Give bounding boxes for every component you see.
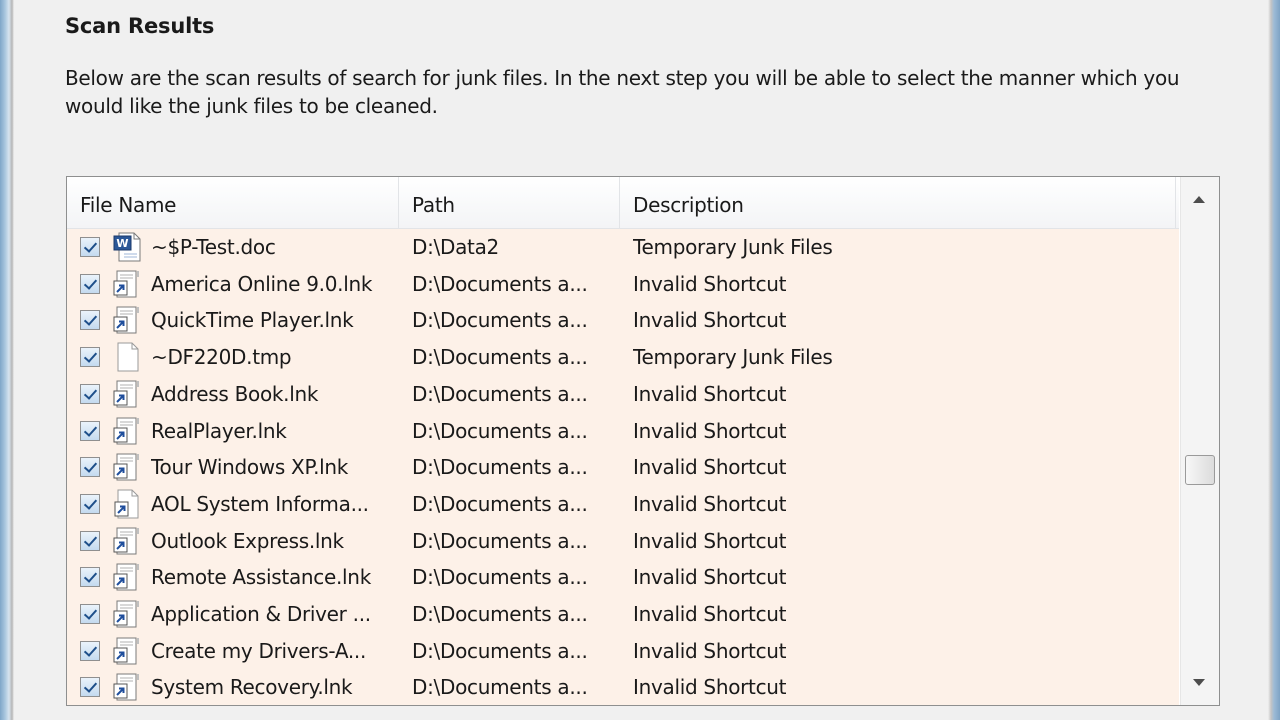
column-header-file-name[interactable]: File Name (67, 177, 399, 228)
list-header: File Name Path Description (67, 177, 1179, 229)
shortcut-icon (112, 416, 144, 446)
section-description: Below are the scan results of search for… (65, 66, 1180, 118)
blank-shortcut-icon (112, 489, 144, 519)
description-cell: Invalid Shortcut (633, 528, 787, 553)
column-header-path[interactable]: Path (399, 177, 620, 228)
path-cell: D:\Documents a... (412, 455, 588, 480)
scrollbar-thumb[interactable] (1185, 455, 1215, 485)
table-row[interactable]: Address Book.lnk D:\Documents a... Invalid… (67, 376, 1179, 413)
svg-text:W: W (116, 237, 128, 250)
description-cell: Invalid Shortcut (633, 675, 787, 700)
table-row[interactable]: QuickTime Player.lnk D:\Documents a... Inv… (67, 302, 1179, 339)
table-row[interactable]: Outlook Express.lnk D:\Documents a... Inva… (67, 523, 1179, 560)
shortcut-icon (112, 636, 144, 666)
description-cell: Invalid Shortcut (633, 271, 787, 296)
table-row[interactable]: AOL System Informa... D:\Documents a... In… (67, 486, 1179, 523)
shortcut-icon (112, 269, 144, 299)
description-cell: Temporary Junk Files (633, 235, 833, 259)
row-checkbox[interactable] (80, 310, 100, 331)
row-checkbox[interactable] (80, 457, 100, 478)
path-cell: D:\Documents a... (412, 602, 588, 626)
path-cell: D:\Documents a... (412, 381, 588, 406)
table-row[interactable]: Tour Windows XP.lnk D:\Documents a... Inva… (67, 449, 1179, 486)
section-heading: Scan Results (65, 14, 215, 38)
description-cell: Temporary Junk Files (633, 345, 833, 370)
list-rows: W ~$P-Test.doc D:\Data2 Temporary Junk File… (67, 229, 1179, 705)
row-checkbox[interactable] (80, 530, 100, 551)
table-row[interactable]: ~DF220D.tmp D:\Documents a... Temporary Ju… (67, 339, 1179, 376)
path-cell: D:\Documents a... (412, 271, 588, 296)
window-left-border (0, 0, 14, 720)
path-cell: D:\Documents a... (412, 418, 588, 443)
path-cell: D:\Documents a... (412, 675, 588, 700)
path-cell: D:\Data2 (412, 235, 499, 259)
path-cell: D:\Documents a... (412, 565, 588, 590)
row-checkbox[interactable] (80, 273, 100, 294)
path-cell: D:\Documents a... (412, 308, 588, 333)
scroll-down-arrow-icon[interactable] (1193, 679, 1205, 686)
description-cell: Invalid Shortcut (633, 308, 787, 333)
vertical-scrollbar[interactable] (1180, 177, 1219, 705)
row-checkbox[interactable] (80, 604, 100, 624)
row-checkbox[interactable] (80, 567, 100, 588)
description-cell: Invalid Shortcut (633, 602, 787, 626)
row-checkbox[interactable] (80, 493, 100, 514)
shortcut-icon (112, 672, 144, 702)
table-row[interactable]: America Online 9.0.lnk D:\Documents a... I… (67, 266, 1179, 303)
row-checkbox[interactable] (80, 237, 100, 257)
row-checkbox[interactable] (80, 677, 100, 698)
window-right-border (1268, 0, 1280, 720)
shortcut-icon (112, 305, 144, 335)
table-row[interactable]: RealPlayer.lnk D:\Documents a... Invalid S… (67, 413, 1179, 450)
scan-results-list[interactable]: File Name Path Description W ~$P-Test.doc… (66, 176, 1220, 706)
word-doc-icon: W (112, 232, 144, 262)
description-cell: Invalid Shortcut (633, 381, 787, 406)
path-cell: D:\Documents a... (412, 491, 588, 516)
row-checkbox[interactable] (80, 640, 100, 661)
row-checkbox[interactable] (80, 347, 100, 368)
shortcut-icon (112, 599, 144, 629)
description-cell: Invalid Shortcut (633, 491, 787, 516)
shortcut-icon (112, 379, 144, 409)
table-row[interactable]: Create my Drivers-A... D:\Documents a... I… (67, 633, 1179, 670)
row-checkbox[interactable] (80, 420, 100, 441)
path-cell: D:\Documents a... (412, 528, 588, 553)
table-row[interactable]: Remote Assistance.lnk D:\Documents a... In… (67, 559, 1179, 596)
description-cell: Invalid Shortcut (633, 565, 787, 590)
table-row[interactable]: Application & Driver ... D:\Documents a..… (67, 596, 1179, 633)
row-checkbox[interactable] (80, 383, 100, 404)
path-cell: D:\Documents a... (412, 345, 588, 370)
description-cell: Invalid Shortcut (633, 418, 787, 443)
table-row[interactable]: System Recovery.lnk D:\Documents a... Inva… (67, 669, 1179, 705)
description-cell: Invalid Shortcut (633, 455, 787, 480)
column-header-description[interactable]: Description (620, 177, 1176, 228)
shortcut-icon (112, 452, 144, 482)
blank-file-icon (112, 342, 144, 372)
description-cell: Invalid Shortcut (633, 638, 787, 663)
shortcut-icon (112, 526, 144, 556)
table-row[interactable]: W ~$P-Test.doc D:\Data2 Temporary Junk File… (67, 229, 1179, 266)
path-cell: D:\Documents a... (412, 638, 588, 663)
scroll-up-arrow-icon[interactable] (1193, 196, 1205, 203)
shortcut-icon (112, 562, 144, 592)
